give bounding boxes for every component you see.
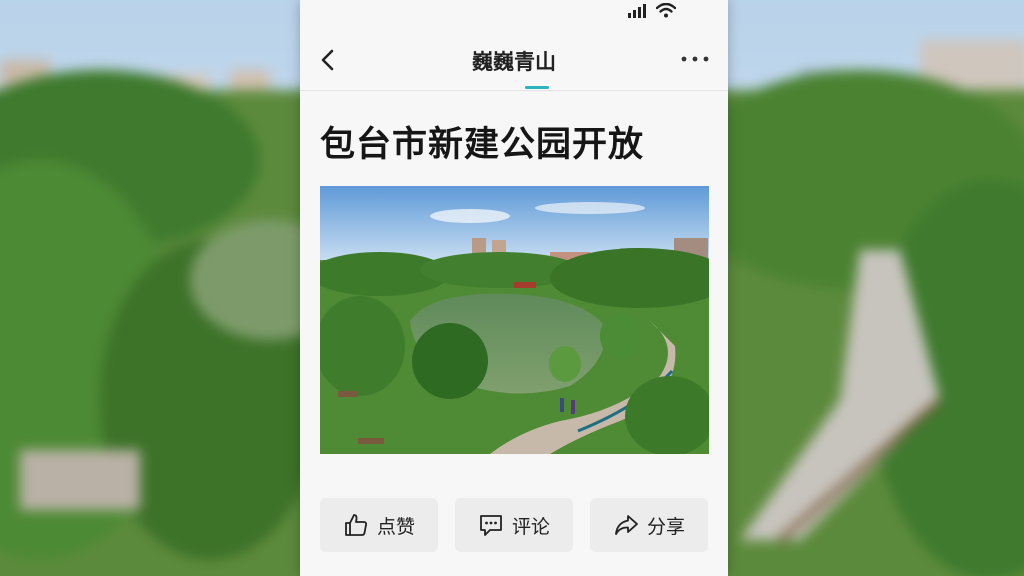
comment-icon <box>480 515 502 536</box>
thumbs-up-icon <box>345 514 367 536</box>
navigation-bar: 巍巍青山 <box>300 30 728 91</box>
comment-label: 评论 <box>511 515 550 538</box>
share-button[interactable]: 分享 <box>590 498 708 552</box>
status-bar <box>628 3 676 18</box>
wifi-icon <box>656 3 676 18</box>
action-bar: 点赞 评论 分享 <box>320 498 708 552</box>
signal-icon <box>628 4 646 18</box>
phone-screen: 巍巍青山 包台市新建公园开放 点赞 评论 分享 <box>300 0 728 576</box>
like-button[interactable]: 点赞 <box>320 498 438 552</box>
page-title: 巍巍青山 <box>472 50 556 74</box>
share-icon <box>615 515 638 535</box>
article-headline: 包台市新建公园开放 <box>320 125 645 165</box>
like-label: 点赞 <box>376 515 415 538</box>
title-underline-indicator <box>525 86 549 89</box>
share-label: 分享 <box>646 515 685 538</box>
park-lake-image <box>320 186 709 454</box>
article-photo[interactable] <box>320 186 709 454</box>
comment-button[interactable]: 评论 <box>455 498 573 552</box>
more-icon[interactable] <box>680 52 710 66</box>
